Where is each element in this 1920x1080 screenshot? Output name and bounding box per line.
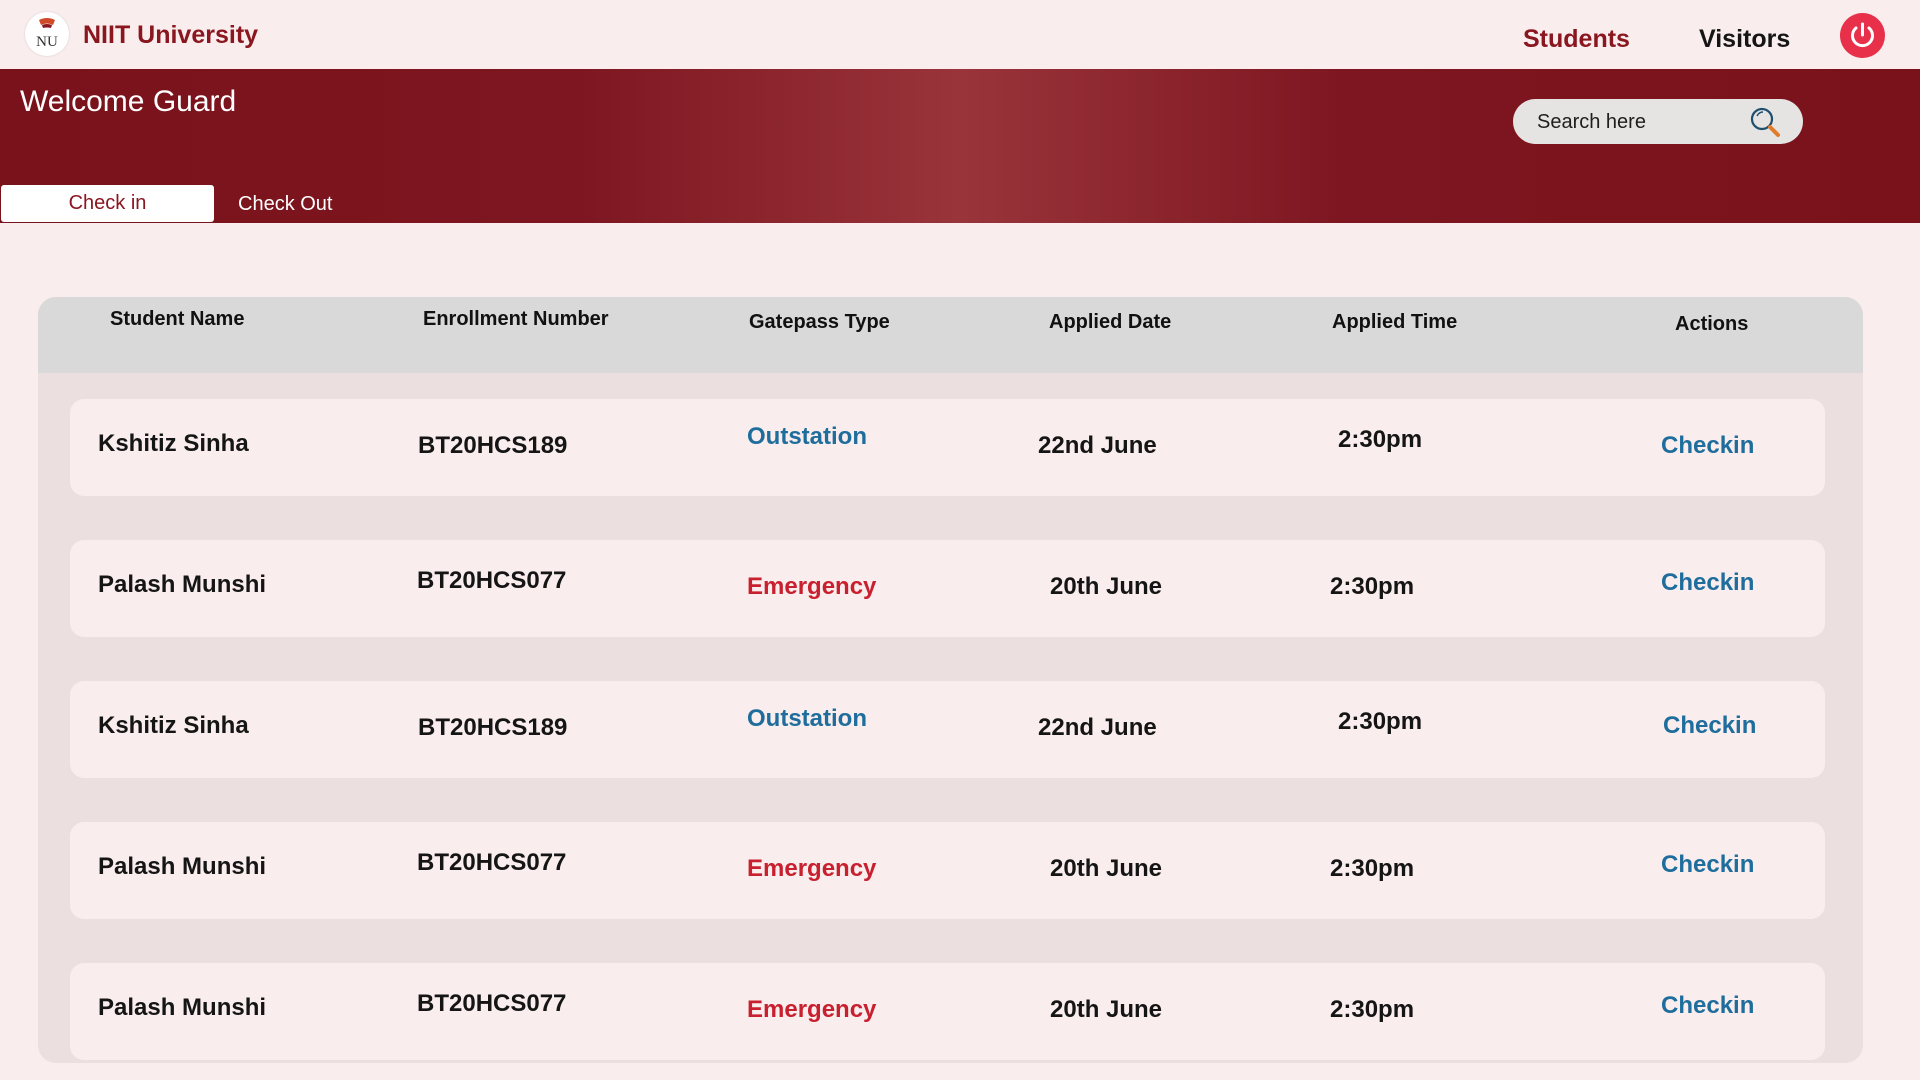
cell-applied-time: 2:30pm (1330, 573, 1415, 600)
search-input[interactable]: Search here (1537, 111, 1646, 134)
column-enrollment-number: Enrollment Number (423, 308, 609, 330)
checkin-button[interactable]: Checkin (1663, 712, 1756, 740)
table-row: Palash Munshi BT20HCS077 Emergency 20th … (70, 963, 1825, 1060)
checkin-button[interactable]: Checkin (1661, 851, 1754, 879)
cell-enrollment: BT20HCS189 (418, 714, 568, 741)
gatepass-table: Student Name Enrollment Number Gatepass … (38, 297, 1863, 1063)
table-row: Kshitiz Sinha BT20HCS189 Outstation 22nd… (70, 399, 1825, 496)
checkin-button[interactable]: Checkin (1661, 569, 1754, 597)
cell-applied-date: 22nd June (1038, 714, 1157, 741)
checkin-button[interactable]: Checkin (1661, 432, 1754, 460)
cell-student-name: Palash Munshi (98, 571, 267, 598)
column-student-name: Student Name (110, 308, 245, 330)
table-header: Student Name Enrollment Number Gatepass … (38, 297, 1863, 373)
cell-applied-date: 20th June (1050, 855, 1163, 882)
cell-enrollment: BT20HCS189 (418, 432, 568, 459)
welcome-heading: Welcome Guard (20, 85, 237, 118)
checkin-button[interactable]: Checkin (1661, 992, 1754, 1020)
cell-student-name: Palash Munshi (98, 994, 267, 1021)
tab-check-in[interactable]: Check in (1, 185, 214, 222)
table-row: Palash Munshi BT20HCS077 Emergency 20th … (70, 822, 1825, 919)
cell-gatepass-type: Outstation (747, 423, 867, 450)
cell-applied-time: 2:30pm (1330, 996, 1415, 1023)
search-bar[interactable]: Search here (1513, 99, 1803, 144)
cell-gatepass-type: Emergency (747, 855, 877, 882)
cell-enrollment: BT20HCS077 (417, 849, 567, 876)
cell-applied-date: 22nd June (1038, 432, 1157, 459)
cell-enrollment: BT20HCS077 (417, 990, 567, 1017)
niit-logo-icon: NU (25, 12, 69, 56)
nav-visitors[interactable]: Visitors (1699, 25, 1790, 54)
cell-applied-date: 20th June (1050, 996, 1163, 1023)
cell-gatepass-type: Outstation (747, 705, 867, 732)
cell-applied-time: 2:30pm (1338, 708, 1423, 735)
logo-text: NU (36, 34, 58, 50)
brand-title: NIIT University (83, 21, 259, 49)
welcome-banner: Welcome Guard Search here Check in Check… (0, 69, 1920, 223)
power-icon (1851, 22, 1874, 48)
logout-button[interactable] (1840, 13, 1885, 58)
cell-gatepass-type: Emergency (747, 996, 877, 1023)
cell-enrollment: BT20HCS077 (417, 567, 567, 594)
top-navbar: NU NIIT University Students Visitors (0, 0, 1920, 69)
table-row: Kshitiz Sinha BT20HCS189 Outstation 22nd… (70, 681, 1825, 778)
cell-applied-time: 2:30pm (1330, 855, 1415, 882)
cell-student-name: Kshitiz Sinha (98, 430, 249, 457)
cell-student-name: Palash Munshi (98, 853, 267, 880)
search-icon[interactable] (1747, 104, 1783, 140)
cell-applied-date: 20th June (1050, 573, 1163, 600)
nav-students[interactable]: Students (1523, 25, 1630, 54)
tab-check-out[interactable]: Check Out (238, 193, 332, 216)
table-row: Palash Munshi BT20HCS077 Emergency 20th … (70, 540, 1825, 637)
column-applied-date: Applied Date (1049, 311, 1172, 333)
column-actions: Actions (1675, 313, 1749, 335)
cell-student-name: Kshitiz Sinha (98, 712, 249, 739)
cell-applied-time: 2:30pm (1338, 426, 1423, 453)
column-gatepass-type: Gatepass Type (749, 311, 890, 333)
column-applied-time: Applied Time (1332, 311, 1458, 333)
cell-gatepass-type: Emergency (747, 573, 877, 600)
